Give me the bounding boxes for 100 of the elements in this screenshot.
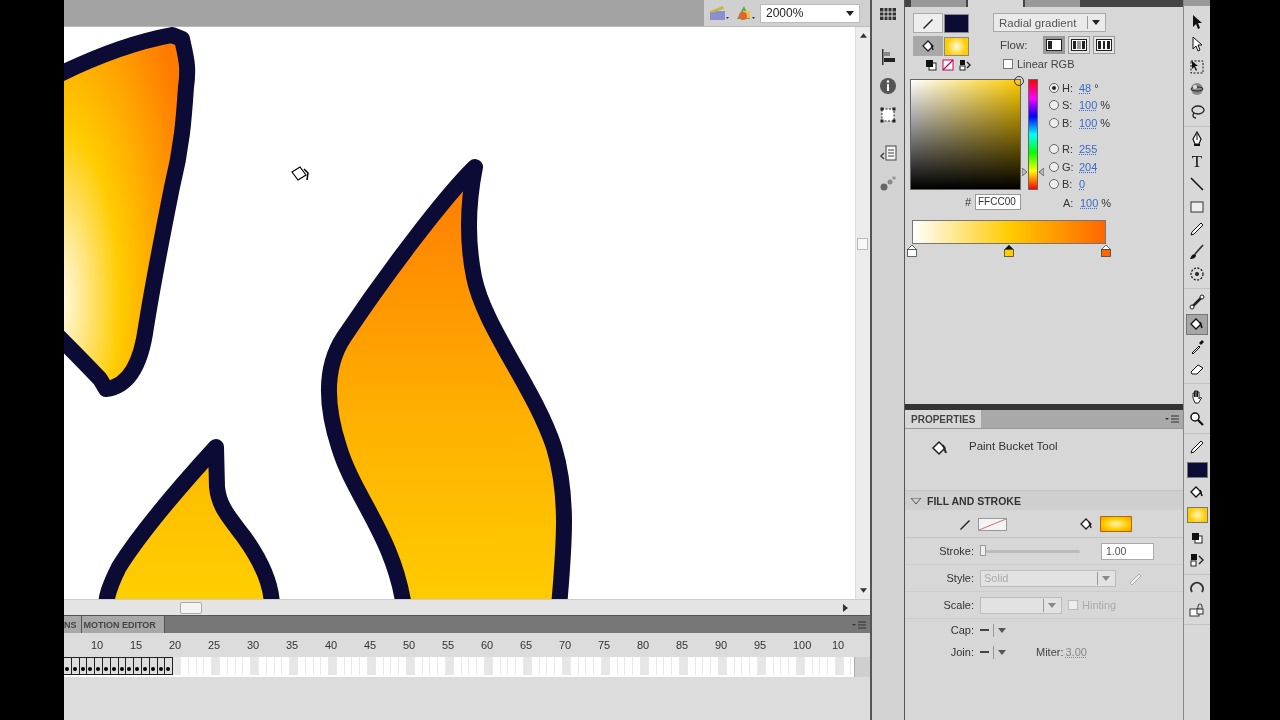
channel-value[interactable]: 100 xyxy=(1079,116,1098,129)
frame-number: 10 xyxy=(832,639,846,651)
bucket-icon xyxy=(921,39,935,53)
tool-button[interactable] xyxy=(1186,291,1208,313)
zoom-dropdown[interactable]: 2000% xyxy=(760,3,860,23)
channel-value[interactable]: 204 xyxy=(1079,160,1098,173)
checkbox-label: Linear RGB xyxy=(1017,58,1075,70)
frame-number: 35 xyxy=(286,639,300,651)
slider-thumb[interactable] xyxy=(980,544,986,556)
pencil-icon xyxy=(1189,221,1205,238)
checkbox[interactable] xyxy=(1003,59,1013,69)
lasso-icon xyxy=(1189,103,1205,120)
frame-number: 80 xyxy=(637,639,651,651)
magnifier-icon xyxy=(1189,411,1205,428)
checkbox[interactable] xyxy=(1068,600,1078,610)
swap-icon xyxy=(1189,552,1205,569)
join-label: Join: xyxy=(949,646,974,658)
panel-tab[interactable]: MOTION EDITOR xyxy=(81,616,165,633)
frame-number: 40 xyxy=(325,639,339,651)
stroke-color-swatch[interactable] xyxy=(978,517,1007,531)
flow-mode-button[interactable] xyxy=(1093,36,1115,54)
flow-mode-button[interactable] xyxy=(1043,36,1065,54)
hex-label: # xyxy=(964,196,971,208)
flow-label: Flow: xyxy=(1000,39,1029,51)
fill-color-swatch[interactable] xyxy=(1100,516,1132,532)
pencil-icon xyxy=(958,517,972,531)
no-color-icon[interactable] xyxy=(942,59,954,71)
dots-icon[interactable] xyxy=(878,173,898,193)
pencil-icon xyxy=(921,16,935,30)
frame-number: 30 xyxy=(247,639,261,651)
radio-button[interactable] xyxy=(1049,117,1059,128)
alpha-value[interactable]: 100 xyxy=(1080,196,1099,209)
fill-color-swatch[interactable] xyxy=(1186,507,1208,523)
radio-button[interactable] xyxy=(1049,82,1059,93)
transform-icon xyxy=(1189,58,1205,75)
unit-label: % xyxy=(1101,196,1112,209)
scroll-down-icon[interactable] xyxy=(859,588,867,593)
lock-icon xyxy=(1189,602,1205,619)
frame-number: 50 xyxy=(403,639,417,651)
stroke-color-swatch[interactable] xyxy=(1186,461,1208,478)
gradient-bar[interactable] xyxy=(912,219,1106,244)
scrollbar[interactable] xyxy=(854,657,870,677)
color-field[interactable] xyxy=(910,79,1021,190)
pencil-icon xyxy=(1189,438,1205,455)
scroll-right-icon[interactable] xyxy=(843,603,848,612)
miter-value[interactable]: 3.00 xyxy=(1065,646,1087,658)
color-swatch[interactable] xyxy=(944,36,969,56)
frame-number: 90 xyxy=(715,639,729,651)
text-tool-button[interactable]: T xyxy=(1186,151,1208,173)
gradient-stop[interactable] xyxy=(907,244,917,257)
fill-color-button[interactable] xyxy=(913,36,943,56)
scroll-thumb[interactable] xyxy=(180,601,202,614)
scale-label: Scale: xyxy=(942,599,974,611)
channel-value[interactable]: 48 xyxy=(1079,81,1092,94)
channel-value[interactable]: 0 xyxy=(1079,178,1086,191)
rectangle-icon xyxy=(1189,198,1205,215)
scroll-up-icon[interactable] xyxy=(859,33,867,38)
unit-label: % xyxy=(1100,99,1111,112)
panel-tab[interactable]: NS xyxy=(64,616,82,633)
frame-number: 100 xyxy=(793,639,813,651)
radio-button[interactable] xyxy=(1049,100,1059,111)
channel-value[interactable]: 255 xyxy=(1079,143,1098,156)
toolbar-grip[interactable] xyxy=(1184,0,1210,6)
transform-icon[interactable] xyxy=(878,105,898,125)
radio-button[interactable] xyxy=(1049,144,1059,155)
join-dropdown[interactable] xyxy=(980,645,1006,659)
tool-button[interactable] xyxy=(1186,313,1208,335)
frame-number: 25 xyxy=(208,639,222,651)
info-icon[interactable] xyxy=(878,76,898,96)
fill-type-dropdown[interactable]: Radial gradient xyxy=(993,13,1106,32)
collapse-icon[interactable] xyxy=(911,497,921,504)
stroke-field[interactable]: 1.00 xyxy=(1101,542,1154,560)
code-icon[interactable] xyxy=(878,144,898,164)
radio-button[interactable] xyxy=(1049,161,1059,172)
style-label: Style: xyxy=(945,572,974,584)
frame-number: 85 xyxy=(676,639,690,651)
flow-mode-button[interactable] xyxy=(1068,36,1090,54)
hex-field[interactable]: FFCC00 xyxy=(975,194,1021,210)
swap-icon[interactable] xyxy=(959,59,971,71)
gradient-stop[interactable] xyxy=(1004,244,1014,257)
dropdown-arrow-icon[interactable] xyxy=(1092,20,1100,25)
dropdown-arrow-icon[interactable] xyxy=(846,10,854,16)
squares-icon[interactable] xyxy=(925,59,937,71)
cap-dropdown[interactable] xyxy=(980,623,1006,637)
gradient-flow-icon xyxy=(1071,39,1087,51)
color-swatch[interactable] xyxy=(944,13,969,33)
panel-tab[interactable]: PROPERTIES xyxy=(905,410,982,428)
frame-number: 65 xyxy=(520,639,534,651)
frame-number: 15 xyxy=(130,639,144,651)
alpha-label: A: xyxy=(1063,196,1075,209)
hollow-arrow-icon xyxy=(1189,36,1205,53)
scroll-thumb[interactable] xyxy=(857,238,868,250)
frame-number: 20 xyxy=(169,639,183,651)
channel-label: B: xyxy=(1062,116,1074,129)
gradient-stop[interactable] xyxy=(1101,244,1111,257)
frame-number: 45 xyxy=(364,639,378,651)
miter-label: Miter: xyxy=(1036,646,1064,658)
radio-button[interactable] xyxy=(1049,179,1059,190)
stroke-color-button[interactable] xyxy=(913,13,943,33)
channel-value[interactable]: 100 xyxy=(1079,99,1098,112)
